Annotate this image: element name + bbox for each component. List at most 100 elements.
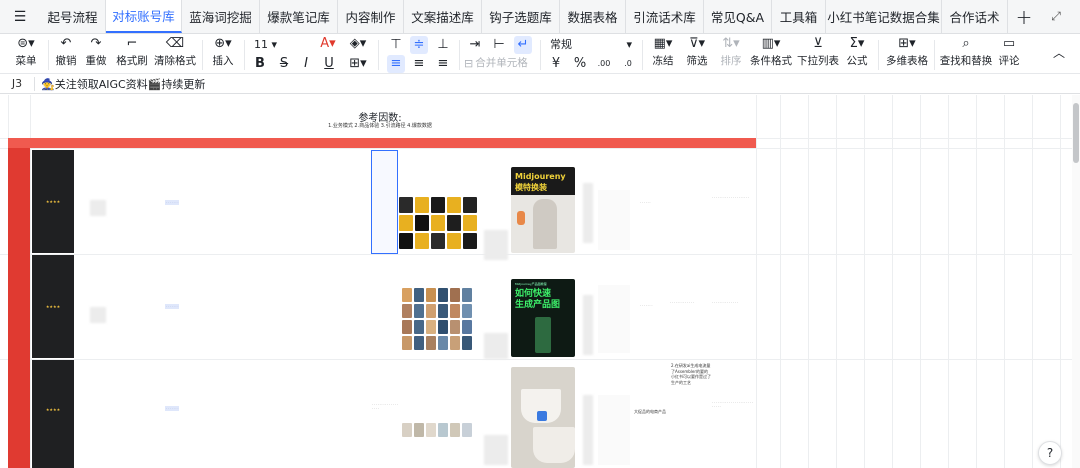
tab-item[interactable]: 引流话术库 — [626, 0, 704, 33]
text-overflow-icon[interactable]: ⇥ — [466, 36, 484, 54]
tab-item[interactable]: 内容制作 — [338, 0, 404, 33]
tab-item[interactable]: 工具箱 — [772, 0, 826, 33]
align-center-icon[interactable]: ≡ — [410, 55, 428, 73]
plus-icon[interactable]: + — [1008, 0, 1040, 33]
tab-item[interactable]: 蓝海词挖掘 — [182, 0, 260, 33]
toolbar-divider — [48, 40, 49, 70]
insert-button[interactable]: ⊕▾ 插入 — [206, 34, 240, 74]
scrollbar-thumb[interactable] — [1073, 103, 1079, 163]
blurred-content — [583, 183, 593, 243]
selected-cell[interactable] — [371, 150, 398, 254]
collapse-toolbar-icon[interactable]: ︿ — [1050, 44, 1068, 62]
tab-item[interactable]: 文案描述库 — [404, 0, 482, 33]
expand-icon[interactable]: ⤢ — [1040, 0, 1072, 33]
multi-table-button[interactable]: ⊞▾ 多维表格 — [884, 34, 930, 74]
tab-item[interactable]: 小红书笔记数据合集 — [826, 0, 942, 33]
toolbar-divider — [878, 40, 879, 70]
tab-item[interactable]: 钩子选题库 — [482, 0, 560, 33]
thumbnail — [415, 233, 429, 249]
thumbnail — [399, 233, 413, 249]
freeze-icon: ▦▾ — [653, 36, 673, 51]
tab-item[interactable]: 爆款笔记库 — [260, 0, 338, 33]
menu-button[interactable]: ⊜▾ 菜单 — [8, 34, 44, 74]
cell-note: 2.在研发ai生成电流量了Assembler的要的小红书可以要作是过了生产的工艺 — [671, 363, 711, 385]
toolbar-divider — [540, 40, 541, 70]
tab-item[interactable]: 起号流程 — [40, 0, 106, 33]
thumbnail — [438, 288, 448, 302]
decimal-add-icon[interactable]: .00 — [595, 55, 613, 73]
chat-screenshot — [598, 190, 630, 250]
download-icon — [537, 411, 547, 421]
tab-item[interactable]: 数据表格 — [560, 0, 626, 33]
thumbnail — [426, 423, 436, 437]
clear-format-button[interactable]: ⌫ 清除格式 — [152, 34, 198, 74]
text-clip-icon[interactable]: ⊢ — [490, 36, 508, 54]
conditional-format-button[interactable]: ▥▾ 条件格式 — [748, 34, 794, 74]
cell-text: . . . . . . — [640, 200, 651, 204]
blurred-content — [90, 307, 106, 323]
text-wrap-icon[interactable]: ↵ — [514, 36, 532, 54]
number-format-select[interactable]: 常规 ▾ — [550, 36, 634, 54]
align-bottom-icon[interactable]: ⊥ — [434, 36, 452, 54]
fill-color-icon[interactable]: ◈▾ — [346, 35, 370, 53]
formula-button[interactable]: Σ▾ 公式 — [842, 34, 872, 74]
dropdown-list-button[interactable]: ⊻ 下拉列表 — [797, 34, 839, 74]
undo-icon: ↶ — [60, 36, 72, 51]
cell-reference[interactable]: J3 — [0, 77, 34, 90]
undo-button[interactable]: ↶ 撤销 — [52, 34, 80, 74]
category-tag: · · · · · · · — [165, 406, 180, 411]
tab-item-active[interactable]: 对标账号库 — [106, 0, 182, 33]
tab-item[interactable]: 合作话术 — [942, 0, 1008, 33]
sort-icon: ⇅▾ — [722, 36, 740, 51]
account-avatar-cell: ★★★★ — [32, 360, 74, 468]
thumbnail — [431, 215, 445, 231]
clear-format-label: 清除格式 — [154, 55, 196, 67]
align-middle-icon[interactable]: ≑ — [410, 36, 428, 54]
align-right-icon[interactable]: ≡ — [434, 55, 452, 73]
thumbnail — [414, 304, 424, 318]
italic-icon[interactable]: I — [297, 55, 315, 73]
thumbnail — [447, 215, 461, 231]
merge-cells-button[interactable]: ⊟ 合并单元格 — [464, 54, 534, 72]
border-icon[interactable]: ⊞▾ — [346, 55, 370, 73]
thumbnail — [431, 197, 445, 213]
cell-text: . . . . . . . . . . . . . — [670, 300, 694, 304]
palette-icon: ⊜▾ — [17, 36, 35, 51]
plus-circle-icon: ⊕▾ — [214, 36, 232, 51]
tab-label: 钩子选题库 — [489, 10, 552, 25]
find-replace-button[interactable]: ⌕ 查找和替换 — [940, 34, 993, 74]
align-left-icon[interactable]: ≡ — [387, 55, 405, 73]
formula-content[interactable]: 🧙关注领取AIGC资料🎬持续更新 — [41, 76, 205, 92]
spreadsheet-grid[interactable]: 参考因数: 1.业务模式 2.商品体验 3.引流路径 4.爆款数据 ★★★★ ·… — [0, 95, 1072, 468]
help-button[interactable]: ? — [1038, 441, 1062, 465]
reference-subtitle: 1.业务模式 2.商品体验 3.引流路径 4.爆款数据 — [328, 123, 432, 129]
comment-button[interactable]: ▭ 评论 — [996, 34, 1022, 74]
thumbnail — [415, 197, 429, 213]
bold-icon[interactable]: B — [251, 55, 269, 73]
layers-icon[interactable]: ☰ — [0, 0, 40, 33]
underline-icon[interactable]: U — [320, 55, 338, 73]
thumbnail — [402, 288, 412, 302]
percent-icon[interactable]: % — [571, 55, 589, 73]
currency-icon[interactable]: ¥ — [547, 55, 565, 73]
font-size-select[interactable]: 11 ▾ — [254, 36, 282, 54]
merge-cells-label: 合并单元格 — [475, 57, 528, 69]
tab-item[interactable]: 常见Q&A — [704, 0, 772, 33]
strikethrough-icon[interactable]: S — [275, 55, 293, 73]
format-painter-button[interactable]: ⌐ 格式刷 — [112, 34, 152, 74]
decimal-remove-icon[interactable]: .0 — [619, 55, 637, 73]
freeze-button[interactable]: ▦▾ 冻结 — [648, 34, 678, 74]
sort-button[interactable]: ⇅▾ 排序 — [716, 34, 746, 74]
redo-button[interactable]: ↷ 重做 — [82, 34, 110, 74]
thumbnail — [462, 288, 472, 302]
tab-label: 内容制作 — [345, 10, 396, 25]
filter-button[interactable]: ⊽▾ 筛选 — [682, 34, 712, 74]
font-color-icon[interactable]: A▾ — [316, 35, 340, 53]
rating-stars: ★★★★ — [45, 199, 61, 204]
cell-text: . . . . . . . — [640, 303, 653, 307]
align-top-icon[interactable]: ⊤ — [387, 36, 405, 54]
filter-icon: ⊽▾ — [688, 36, 706, 51]
vertical-scrollbar[interactable] — [1072, 95, 1080, 468]
toolbar-divider — [459, 40, 460, 70]
model-figure — [533, 199, 557, 249]
